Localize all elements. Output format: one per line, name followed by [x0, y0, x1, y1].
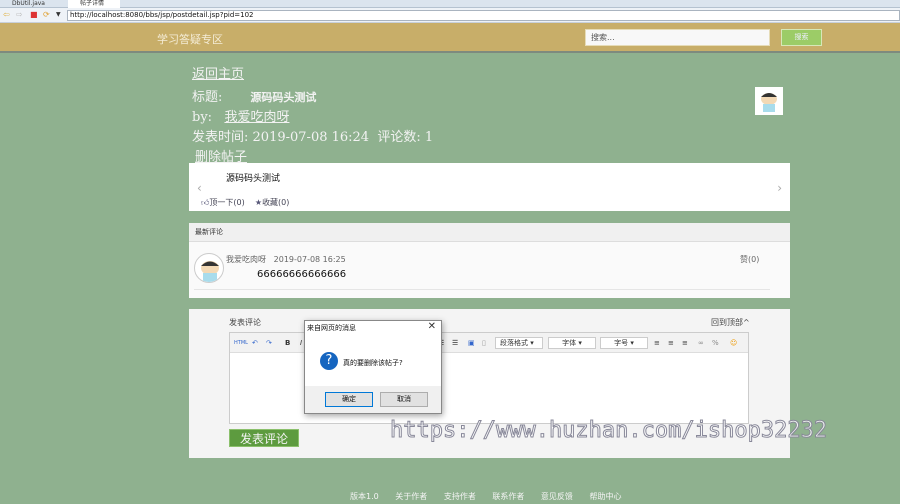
font-select[interactable]: 字体 ▾ — [548, 337, 596, 349]
divider — [194, 289, 770, 290]
time-label: 发表时间: — [192, 130, 249, 145]
align-right-icon[interactable]: ≡ — [682, 338, 688, 348]
comment-author[interactable]: 我爱吃肉呀 — [226, 255, 266, 264]
site-title[interactable]: 学习答疑专区 — [157, 31, 223, 47]
author-avatar — [755, 87, 783, 115]
close-icon[interactable]: ✕ — [428, 321, 436, 332]
align-left-icon[interactable]: ≡ — [654, 338, 660, 348]
favorite-button[interactable]: 收藏(0) — [262, 198, 289, 207]
watermark: https://www.huzhan.com/ishop32232 — [389, 418, 828, 444]
browser-tabs: DbUtil.java 帖子详情 — [0, 0, 900, 8]
align-center-icon[interactable]: ≡ — [668, 338, 674, 348]
comment-avatar — [194, 253, 224, 283]
search-input[interactable]: 搜索... — [585, 29, 770, 46]
footer-contact[interactable]: 联系作者 — [492, 492, 524, 501]
undo-icon[interactable]: ↶ — [252, 338, 258, 348]
bold-icon[interactable]: B — [285, 338, 290, 348]
emoji-icon[interactable]: ☺ — [730, 338, 737, 348]
post-time: 2019-07-08 16:24 — [252, 130, 370, 145]
dialog-title: 来自网页的消息 — [307, 324, 356, 332]
browser-toolbar: ⇦ ⇨ ■ ⟳ ▼ http://localhost:8080/bbs/jsp/… — [0, 8, 900, 23]
post-title: 源码码头测试 — [250, 91, 317, 104]
editor-label: 发表评论 — [229, 318, 261, 327]
site-header: 学习答疑专区 搜索... 搜索 — [0, 23, 900, 53]
back-icon[interactable]: ⇦ — [3, 10, 10, 20]
next-arrow-icon[interactable]: › — [777, 181, 782, 195]
comment-body: 66666666666666 — [257, 269, 347, 280]
dialog-footer: 确定 取消 — [305, 386, 441, 413]
paragraph-select[interactable]: 段落格式 ▾ — [495, 337, 543, 349]
post-title-row: 标题: 源码码头测试 — [192, 86, 316, 105]
html-icon[interactable]: HTML — [234, 338, 248, 348]
address-bar[interactable]: http://localhost:8080/bbs/jsp/postdetail… — [67, 10, 900, 21]
unlink-icon[interactable]: % — [712, 338, 719, 348]
author-row: by: 我爱吃肉呀 — [192, 106, 289, 125]
forward-icon[interactable]: ⇨ — [16, 10, 23, 20]
title-label: 标题: — [192, 90, 223, 105]
comment-count-label: 评论数: — [377, 130, 421, 145]
link-icon[interactable]: ∞ — [698, 338, 704, 348]
back-to-top-link[interactable]: 回到顶部^ — [711, 317, 750, 328]
footer-about[interactable]: 关于作者 — [395, 492, 427, 501]
redo-icon[interactable]: ↷ — [266, 338, 272, 348]
footer-feedback[interactable]: 意见反馈 — [541, 492, 573, 501]
post-actions: 👍︎顶一下(0) ★收藏(0) — [201, 197, 289, 208]
like-button[interactable]: 顶一下(0) — [209, 198, 244, 207]
image-icon[interactable]: ▣ — [468, 338, 475, 348]
tab-post-detail[interactable]: 帖子详情 — [68, 0, 120, 8]
tab-dbutil[interactable]: DbUtil.java — [0, 0, 70, 8]
dialog-message: 真的要删除该帖子? — [343, 359, 403, 367]
footer-support[interactable]: 支持作者 — [444, 492, 476, 501]
unordered-list-icon[interactable]: ☰ — [452, 338, 458, 348]
comment-meta: 我爱吃肉呀 2019-07-08 16:25 — [226, 254, 346, 265]
star-icon: ★ — [254, 198, 263, 207]
footer-version: 版本1.0 — [350, 492, 379, 501]
italic-icon[interactable]: I — [300, 338, 302, 348]
font-label: 字体 — [562, 339, 577, 347]
refresh-icon[interactable]: ⟳ — [43, 10, 50, 20]
post-content: 源码码头测试 — [226, 174, 281, 184]
question-icon: ? — [320, 352, 338, 370]
confirm-dialog: 来自网页的消息 ✕ ? 真的要删除该帖子? 确定 取消 — [304, 320, 442, 414]
prev-arrow-icon[interactable]: ‹ — [197, 181, 202, 195]
comment-count: 1 — [424, 130, 434, 145]
comments-header: 最新评论 — [189, 223, 790, 242]
comment-time: 2019-07-08 16:25 — [273, 255, 346, 264]
footer-help[interactable]: 帮助中心 — [589, 492, 621, 501]
author-link[interactable]: 我爱吃肉呀 — [224, 110, 289, 125]
stop-icon[interactable]: ■ — [30, 10, 38, 20]
search-button[interactable]: 搜索 — [781, 29, 822, 46]
comments-panel: 最新评论 我爱吃肉呀 2019-07-08 16:25 666666666666… — [189, 223, 790, 298]
size-select[interactable]: 字号 ▾ — [600, 337, 648, 349]
footer: 版本1.0 关于作者 支持作者 联系作者 意见反馈 帮助中心 — [350, 491, 635, 502]
post-content-panel: 源码码头测试 ‹ › 👍︎顶一下(0) ★收藏(0) — [189, 163, 790, 211]
size-label: 字号 — [614, 339, 629, 347]
ok-button[interactable]: 确定 — [325, 392, 373, 407]
submit-comment-button[interactable]: 发表评论 — [229, 429, 299, 447]
cancel-button[interactable]: 取消 — [380, 392, 428, 407]
by-label: by: — [192, 110, 213, 125]
paragraph-label: 段落格式 — [500, 339, 528, 347]
file-icon[interactable]: ▯ — [482, 338, 486, 348]
post-meta-row: 发表时间: 2019-07-08 16:24 评论数: 1 — [192, 126, 433, 145]
comment-like-button[interactable]: 赞(0) — [740, 254, 759, 265]
dropdown-icon[interactable]: ▼ — [56, 10, 61, 20]
back-home-link[interactable]: 返回主页 — [192, 63, 244, 82]
